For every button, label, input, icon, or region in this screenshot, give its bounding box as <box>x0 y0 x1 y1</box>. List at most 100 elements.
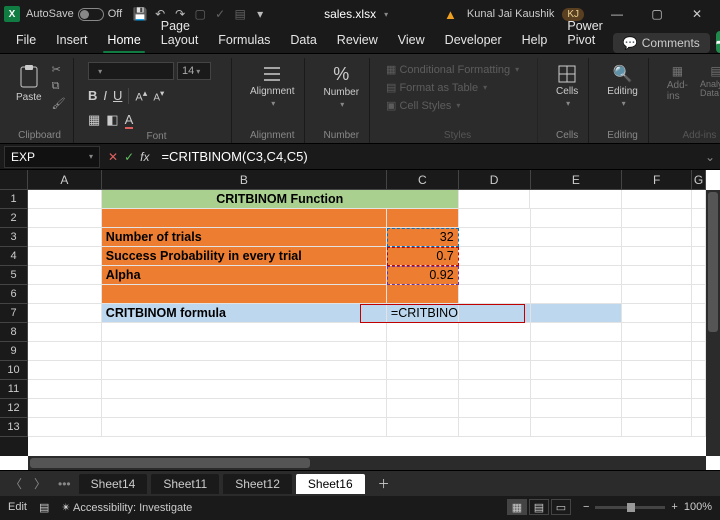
cell[interactable] <box>102 418 387 437</box>
cell[interactable] <box>102 285 387 304</box>
row-header-12[interactable]: 12 <box>0 399 28 418</box>
cell[interactable] <box>387 209 459 228</box>
cell[interactable] <box>692 228 706 247</box>
cell[interactable] <box>531 304 623 323</box>
cell[interactable] <box>102 380 387 399</box>
col-header-A[interactable]: A <box>28 170 102 190</box>
alignment-button[interactable]: Alignment ▾ <box>246 62 298 110</box>
cell[interactable] <box>459 361 531 380</box>
cell[interactable] <box>531 342 623 361</box>
label-trials[interactable]: Number of trials <box>102 228 387 247</box>
cell[interactable] <box>622 380 692 399</box>
cell[interactable] <box>102 399 387 418</box>
cell[interactable] <box>459 285 531 304</box>
conditional-formatting-button[interactable]: ▦Conditional Formatting▾ <box>384 62 521 77</box>
cell[interactable] <box>387 418 459 437</box>
cell[interactable] <box>622 247 692 266</box>
user-name[interactable]: Kunal Jai Kaushik <box>467 8 554 20</box>
menu-formulas[interactable]: Formulas <box>208 29 280 53</box>
label-alpha[interactable]: Alpha <box>102 266 387 285</box>
underline-button[interactable]: U <box>113 88 122 104</box>
zoom-in-icon[interactable]: + <box>671 501 677 513</box>
row-header-13[interactable]: 13 <box>0 418 28 437</box>
cell[interactable] <box>622 209 692 228</box>
vertical-scrollbar[interactable] <box>706 190 720 456</box>
cell[interactable] <box>102 209 387 228</box>
cell[interactable] <box>692 342 706 361</box>
label-prob[interactable]: Success Probability in every trial <box>102 247 387 266</box>
paste-button[interactable]: Paste <box>12 62 46 105</box>
addins-button[interactable]: ▦ Add-ins <box>663 62 692 104</box>
cell[interactable] <box>102 361 387 380</box>
sheet-tab[interactable]: Sheet11 <box>151 474 219 494</box>
cell[interactable] <box>622 266 692 285</box>
menu-page-layout[interactable]: Page Layout <box>151 15 209 53</box>
cell[interactable] <box>531 361 623 380</box>
column-headers[interactable]: ABCDEFG <box>28 170 706 190</box>
zoom-slider[interactable] <box>595 506 665 509</box>
fx-icon[interactable]: fx <box>140 150 149 164</box>
font-size-select[interactable]: 14▾ <box>177 62 211 80</box>
maximize-button[interactable]: ▢ <box>638 1 676 27</box>
zoom-control[interactable]: − + 100% <box>583 501 712 513</box>
select-all-corner[interactable] <box>0 170 28 190</box>
cell[interactable] <box>459 399 531 418</box>
cell-c7-editing[interactable]: =CRITBINOM(C3,C4,C5) <box>387 304 459 323</box>
menu-data[interactable]: Data <box>280 29 326 53</box>
cell[interactable] <box>28 342 102 361</box>
cell[interactable] <box>530 190 622 209</box>
cell[interactable] <box>622 323 692 342</box>
cell[interactable] <box>387 342 459 361</box>
font-family-select[interactable]: ▾ <box>88 62 174 80</box>
cell[interactable] <box>531 285 623 304</box>
cell[interactable] <box>459 209 531 228</box>
cell[interactable] <box>102 323 387 342</box>
cell[interactable] <box>387 361 459 380</box>
italic-button[interactable]: I <box>103 88 107 104</box>
menu-insert[interactable]: Insert <box>46 29 97 53</box>
cell-c3[interactable]: 32 <box>387 228 459 247</box>
cells-area[interactable]: CRITBINOM FunctionNumber of trials32Succ… <box>28 190 706 456</box>
scroll-thumb[interactable] <box>708 192 718 332</box>
col-header-D[interactable]: D <box>459 170 531 190</box>
cell[interactable] <box>459 323 531 342</box>
col-header-B[interactable]: B <box>102 170 387 190</box>
normal-view-icon[interactable]: ▦ <box>507 499 527 515</box>
cell[interactable] <box>692 323 706 342</box>
cell[interactable] <box>692 399 706 418</box>
share-button[interactable]: ➦ <box>716 31 720 53</box>
cell[interactable] <box>622 418 692 437</box>
cell[interactable] <box>459 266 531 285</box>
qat-icon[interactable]: ▤ <box>232 6 248 22</box>
cell[interactable] <box>622 399 692 418</box>
menu-review[interactable]: Review <box>327 29 388 53</box>
cell[interactable] <box>28 399 102 418</box>
row-header-5[interactable]: 5 <box>0 266 28 285</box>
row-header-2[interactable]: 2 <box>0 209 28 228</box>
cell[interactable] <box>459 190 531 209</box>
cell[interactable] <box>459 304 531 323</box>
sheet-tab[interactable]: Sheet14 <box>79 474 148 494</box>
row-header-8[interactable]: 8 <box>0 323 28 342</box>
cell[interactable] <box>28 380 102 399</box>
cell[interactable] <box>531 247 623 266</box>
qat-more-icon[interactable]: ▾ <box>252 6 268 22</box>
zoom-value[interactable]: 100% <box>684 501 712 513</box>
menu-file[interactable]: File <box>6 29 46 53</box>
editing-button[interactable]: 🔍 Editing▾ <box>603 62 642 110</box>
page-layout-view-icon[interactable]: ▤ <box>529 499 549 515</box>
tab-more-icon[interactable]: ••• <box>54 477 75 491</box>
cell[interactable] <box>531 418 623 437</box>
spreadsheet-grid[interactable]: ABCDEFG 12345678910111213 CRITBINOM Func… <box>0 170 720 470</box>
format-painter-icon[interactable]: 🖌 <box>50 96 68 111</box>
cell[interactable] <box>692 285 706 304</box>
col-header-G[interactable]: G <box>692 170 706 190</box>
row-header-7[interactable]: 7 <box>0 304 28 323</box>
cell[interactable] <box>102 342 387 361</box>
font-color-icon[interactable]: A <box>125 112 134 129</box>
horizontal-scrollbar[interactable] <box>28 456 706 470</box>
save-icon[interactable]: 💾 <box>132 6 148 22</box>
cell[interactable] <box>28 209 102 228</box>
cell[interactable] <box>459 342 531 361</box>
col-header-C[interactable]: C <box>387 170 459 190</box>
